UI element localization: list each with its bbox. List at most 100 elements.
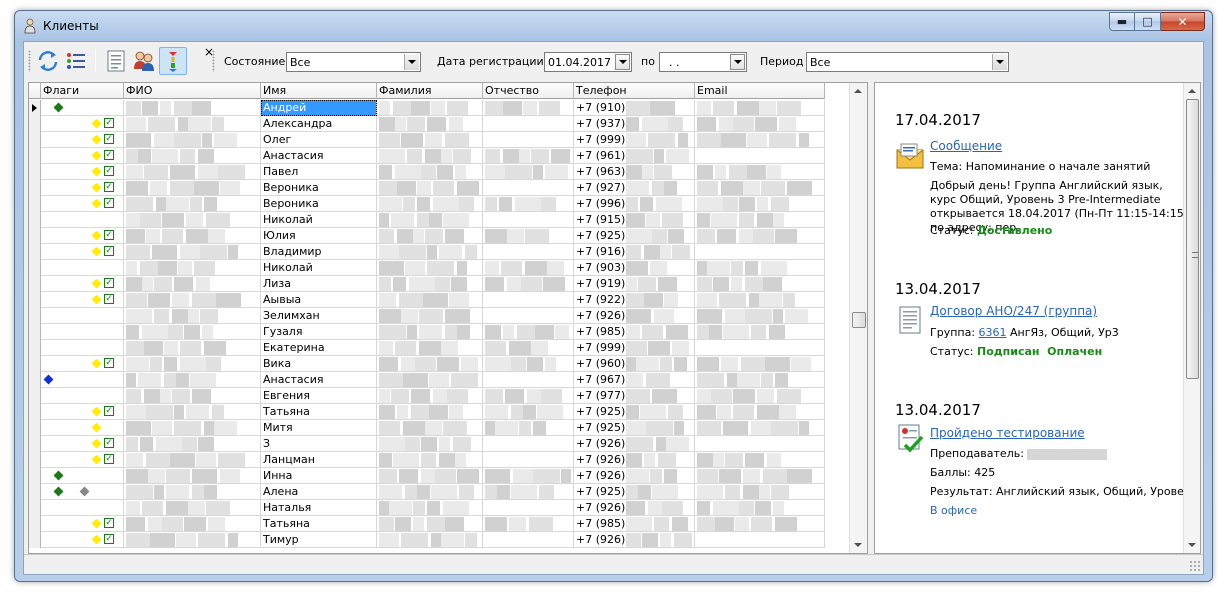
surname-cell[interactable] [377,164,483,180]
flags-cell[interactable] [41,100,124,116]
phone-cell[interactable]: +7 (903) [574,260,695,276]
email-cell[interactable] [695,500,825,516]
surname-cell[interactable] [377,484,483,500]
scroll-thumb[interactable] [1186,99,1199,379]
name-cell[interactable]: Вероника [261,180,377,196]
list-options-button[interactable] [62,47,90,75]
chevron-down-icon[interactable] [992,54,1007,70]
table-row[interactable]: Инна +7 (926) [29,468,825,484]
event-contract-link[interactable]: Договор АНО/247 (группа) [930,304,1097,318]
flags-cell[interactable]: ✓ [41,292,124,308]
email-cell[interactable] [695,148,825,164]
surname-cell[interactable] [377,180,483,196]
surname-cell[interactable] [377,196,483,212]
fio-cell[interactable] [124,420,261,436]
column-header[interactable]: Телефон [574,83,695,99]
fio-cell[interactable] [124,484,261,500]
row-indicator[interactable] [29,308,41,324]
column-header[interactable]: Флаги [41,83,124,99]
name-cell[interactable]: Александра [261,116,377,132]
flags-cell[interactable]: ✓ [41,404,124,420]
surname-cell[interactable] [377,516,483,532]
scroll-up-icon[interactable] [1188,89,1196,93]
name-cell[interactable]: Гузаля [261,324,377,340]
surname-cell[interactable] [377,356,483,372]
date-to-picker[interactable]: . . [659,52,747,72]
patronymic-cell[interactable] [483,468,574,484]
toolbar-grip[interactable] [28,50,31,72]
chevron-down-icon[interactable] [404,54,419,70]
table-row[interactable]: ✓ З +7 (926) [29,436,825,452]
flags-cell[interactable]: ✓ [41,436,124,452]
email-cell[interactable] [695,228,825,244]
patronymic-cell[interactable] [483,484,574,500]
scroll-up-icon[interactable] [854,89,862,93]
table-row[interactable]: ✓ Ланцман +7 (926) [29,452,825,468]
name-cell[interactable]: Андрей [261,100,377,116]
phone-cell[interactable]: +7 (985) [574,324,695,340]
fio-cell[interactable] [124,516,261,532]
clients-grid[interactable]: Флаги ФИО Имя Фамилия Отчество Телефон Email А… [28,82,868,554]
phone-cell[interactable]: +7 (963) [574,164,695,180]
patronymic-cell[interactable] [483,308,574,324]
surname-cell[interactable] [377,148,483,164]
email-cell[interactable] [695,324,825,340]
fio-cell[interactable] [124,180,261,196]
table-row[interactable]: ✓ Аывыа +7 (922) [29,292,825,308]
email-cell[interactable] [695,260,825,276]
surname-cell[interactable] [377,260,483,276]
flags-cell[interactable] [41,212,124,228]
patronymic-cell[interactable] [483,532,574,548]
fio-cell[interactable] [124,356,261,372]
scroll-down-icon[interactable] [1188,543,1196,547]
resize-grip-icon[interactable] [1189,560,1201,572]
patronymic-cell[interactable] [483,420,574,436]
phone-cell[interactable]: +7 (919) [574,276,695,292]
name-cell[interactable]: Николай [261,260,377,276]
table-row[interactable]: Евгения +7 (977) [29,388,825,404]
name-cell[interactable]: Тимур [261,532,377,548]
minimize-button[interactable]: ▬ [1109,12,1135,31]
patronymic-cell[interactable] [483,228,574,244]
name-cell[interactable]: Лиза [261,276,377,292]
flags-cell[interactable]: ✓ [41,516,124,532]
fio-cell[interactable] [124,452,261,468]
patronymic-cell[interactable] [483,292,574,308]
row-indicator[interactable] [29,148,41,164]
flags-cell[interactable] [41,340,124,356]
fio-cell[interactable] [124,388,261,404]
table-row[interactable]: ✓ Татьяна +7 (925) [29,404,825,420]
flags-cell[interactable] [41,484,124,500]
row-indicator[interactable] [29,340,41,356]
fio-cell[interactable] [124,308,261,324]
patronymic-cell[interactable] [483,356,574,372]
table-row[interactable]: ✓ Тимур +7 (926) [29,532,825,548]
flags-filter-button[interactable] [159,47,187,75]
table-row[interactable]: Екатерина +7 (999) [29,340,825,356]
phone-cell[interactable]: +7 (977) [574,388,695,404]
patronymic-cell[interactable] [483,260,574,276]
table-row[interactable]: ✓ Владимир +7 (916) [29,244,825,260]
phone-cell[interactable]: +7 (922) [574,292,695,308]
patronymic-cell[interactable] [483,212,574,228]
surname-cell[interactable] [377,292,483,308]
table-row[interactable]: Наталья +7 (926) [29,500,825,516]
patronymic-cell[interactable] [483,132,574,148]
row-indicator[interactable] [29,468,41,484]
flags-cell[interactable]: ✓ [41,116,124,132]
flags-cell[interactable]: ✓ [41,452,124,468]
table-row[interactable]: ✓ Вика +7 (960) [29,356,825,372]
phone-cell[interactable]: +7 (916) [574,244,695,260]
row-indicator[interactable] [29,372,41,388]
table-row[interactable]: Гузаля +7 (985) [29,324,825,340]
table-row[interactable]: ✓ Вероника +7 (927) [29,180,825,196]
event-test-link[interactable]: Пройдено тестирование [930,426,1085,440]
surname-cell[interactable] [377,132,483,148]
name-cell[interactable]: Инна [261,468,377,484]
phone-cell[interactable]: +7 (926) [574,452,695,468]
table-row[interactable]: Андрей +7 (910) [29,100,825,116]
fio-cell[interactable] [124,324,261,340]
fio-cell[interactable] [124,100,261,116]
fio-cell[interactable] [124,532,261,548]
phone-cell[interactable]: +7 (967) [574,372,695,388]
